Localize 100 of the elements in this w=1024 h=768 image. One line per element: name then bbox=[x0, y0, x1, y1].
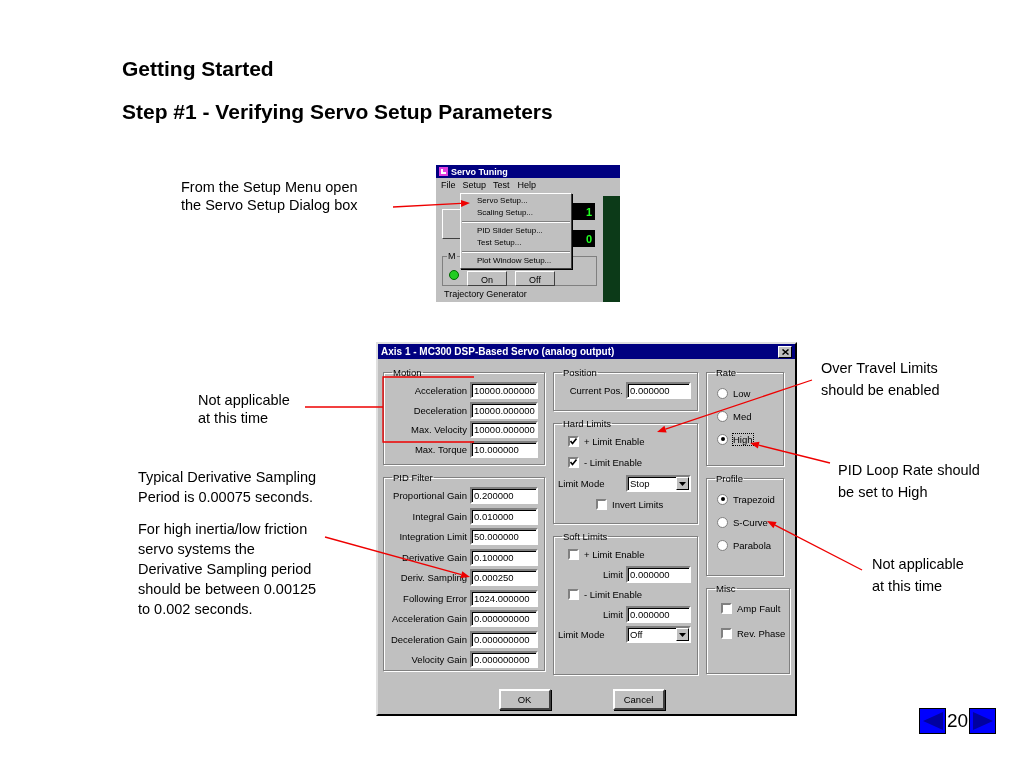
annotation-text: PID Loop Rate should be set to High bbox=[838, 461, 980, 502]
input-field[interactable]: 0.100000 bbox=[470, 548, 538, 566]
slide-title: Getting Started bbox=[122, 57, 274, 81]
input-field[interactable]: 10000.000000 bbox=[470, 421, 538, 438]
close-icon bbox=[781, 348, 789, 355]
radio-button[interactable] bbox=[717, 539, 728, 551]
digital-readout: 0 bbox=[573, 230, 595, 247]
field-label: Integration Limit bbox=[399, 531, 467, 542]
group-label: Position bbox=[562, 367, 598, 378]
checkbox-label: Invert Limits bbox=[612, 499, 664, 510]
dialog-button[interactable]: OK bbox=[498, 689, 551, 710]
annotation-text: Over Travel Limits should be enabled bbox=[821, 359, 940, 400]
field-label: Limit Mode bbox=[558, 629, 605, 640]
input-field[interactable]: 0.000000 bbox=[626, 566, 691, 583]
input-field[interactable]: 0.000000000 bbox=[470, 610, 538, 627]
close-button[interactable] bbox=[778, 345, 792, 358]
group-label: Hard Limits bbox=[562, 418, 613, 429]
field-label: Deriv. Sampling bbox=[400, 572, 467, 583]
caret-icon bbox=[676, 628, 689, 641]
input-field[interactable]: 0.000000 bbox=[626, 606, 691, 623]
input-field[interactable]: 1024.000000 bbox=[470, 589, 538, 607]
checkbox-label: Amp Fault bbox=[737, 603, 781, 614]
menu-option[interactable]: PID Slider Setup... bbox=[461, 225, 571, 237]
menu-item[interactable]: File bbox=[438, 179, 459, 192]
checkbox[interactable] bbox=[568, 457, 579, 468]
input-field[interactable]: 50.000000 bbox=[470, 528, 538, 545]
menu-option[interactable]: Test Setup... bbox=[461, 237, 571, 249]
checkbox-label: - Limit Enable bbox=[584, 589, 643, 600]
field-label: Deceleration Gain bbox=[390, 633, 467, 645]
checkbox[interactable] bbox=[721, 603, 732, 614]
annotation-text: Not applicable at this time bbox=[872, 555, 964, 596]
field-label: Max. Torque bbox=[414, 443, 467, 455]
input-field[interactable]: 10.000000 bbox=[470, 440, 538, 458]
group-label: Motion bbox=[392, 367, 423, 378]
toggle-button[interactable]: Off bbox=[515, 270, 555, 286]
slide-subtitle: Step #1 - Verifying Servo Setup Parameters bbox=[122, 100, 553, 124]
input-field[interactable]: 0.000000000 bbox=[470, 630, 538, 648]
dropdown-field[interactable]: Stop bbox=[626, 475, 691, 492]
annotation-text: Typical Derivative Sampling Period is 0.00075 seconds. bbox=[138, 468, 317, 507]
field-label: Deceleration bbox=[413, 404, 467, 416]
checkbox-label: Rev. Phase bbox=[737, 628, 786, 639]
checkbox-label: + Limit Enable bbox=[584, 549, 645, 560]
checkbox-label: + Limit Enable bbox=[584, 436, 645, 447]
next-button[interactable] bbox=[969, 708, 997, 734]
input-field[interactable]: 0.000000000 bbox=[470, 651, 538, 668]
triangle-right-icon bbox=[971, 711, 994, 731]
menu-item[interactable]: Setup bbox=[460, 180, 489, 191]
radio-label: S-Curve bbox=[733, 516, 768, 528]
checkbox[interactable] bbox=[568, 589, 579, 600]
group-label: Rate bbox=[715, 367, 738, 378]
radio-button[interactable] bbox=[717, 516, 728, 528]
group-label: Profile bbox=[715, 473, 744, 484]
group-label: PID Filter bbox=[392, 472, 434, 483]
window-title: Servo Tuning bbox=[451, 166, 508, 177]
group-label: Misc bbox=[715, 583, 737, 594]
menu-item[interactable]: Help bbox=[514, 179, 540, 192]
group-label: Trajectory Generator bbox=[444, 289, 528, 299]
input-field[interactable]: 0.010000 bbox=[470, 507, 538, 525]
annotation-text: From the Setup Menu open the Servo Setup Dialog box bbox=[181, 178, 358, 214]
checkbox[interactable] bbox=[721, 628, 732, 639]
menu-option[interactable]: Servo Setup... bbox=[461, 195, 571, 207]
field-label: Proportional Gain bbox=[393, 490, 467, 501]
field-label: Max. Velocity bbox=[411, 424, 467, 435]
menu-option[interactable]: Scaling Setup... bbox=[461, 207, 571, 219]
menu-option[interactable]: Plot Window Setup... bbox=[461, 255, 571, 267]
field-label: Limit bbox=[602, 609, 623, 620]
radio-label: Parabola bbox=[733, 539, 772, 551]
checkbox-label: - Limit Enable bbox=[584, 457, 643, 468]
checkbox[interactable] bbox=[568, 436, 579, 447]
previous-button[interactable] bbox=[919, 708, 946, 734]
dialog-button[interactable]: Cancel bbox=[612, 689, 665, 710]
field-label: Acceleration Gain bbox=[392, 613, 467, 624]
input-field[interactable]: 10000.000000 bbox=[470, 382, 538, 399]
input-field[interactable]: 0.000000 bbox=[626, 382, 691, 399]
field-label: Acceleration bbox=[414, 385, 467, 396]
radio-button[interactable] bbox=[717, 493, 728, 505]
checkbox[interactable] bbox=[568, 549, 579, 560]
group-label: M bbox=[447, 251, 457, 261]
dropdown-field[interactable]: Off bbox=[626, 626, 691, 643]
digital-readout: 1 bbox=[573, 203, 595, 220]
input-field[interactable]: 0.000250 bbox=[470, 569, 538, 586]
field-label: Limit bbox=[602, 569, 623, 580]
radio-button[interactable] bbox=[717, 387, 728, 399]
group-label: Soft Limits bbox=[562, 531, 609, 542]
toggle-button[interactable]: On bbox=[467, 270, 507, 286]
app-icon bbox=[439, 167, 448, 176]
input-field[interactable]: 10000.000000 bbox=[470, 401, 538, 419]
radio-label: Trapezoid bbox=[733, 493, 775, 505]
caret-icon bbox=[676, 477, 689, 490]
annotation-text: Not applicable at this time bbox=[198, 391, 290, 427]
radio-button[interactable] bbox=[717, 433, 728, 445]
field-label: Velocity Gain bbox=[411, 654, 467, 665]
radio-button[interactable] bbox=[717, 410, 728, 422]
menu-item[interactable]: Test bbox=[490, 179, 513, 192]
dialog-title: Axis 1 - MC300 DSP-Based Servo (analog output) bbox=[381, 346, 615, 357]
radio-label: High bbox=[733, 433, 753, 445]
field-label: Limit Mode bbox=[558, 478, 605, 489]
input-field[interactable]: 0.200000 bbox=[470, 487, 538, 504]
field-label: Current Pos. bbox=[569, 385, 623, 396]
checkbox[interactable] bbox=[596, 499, 607, 510]
